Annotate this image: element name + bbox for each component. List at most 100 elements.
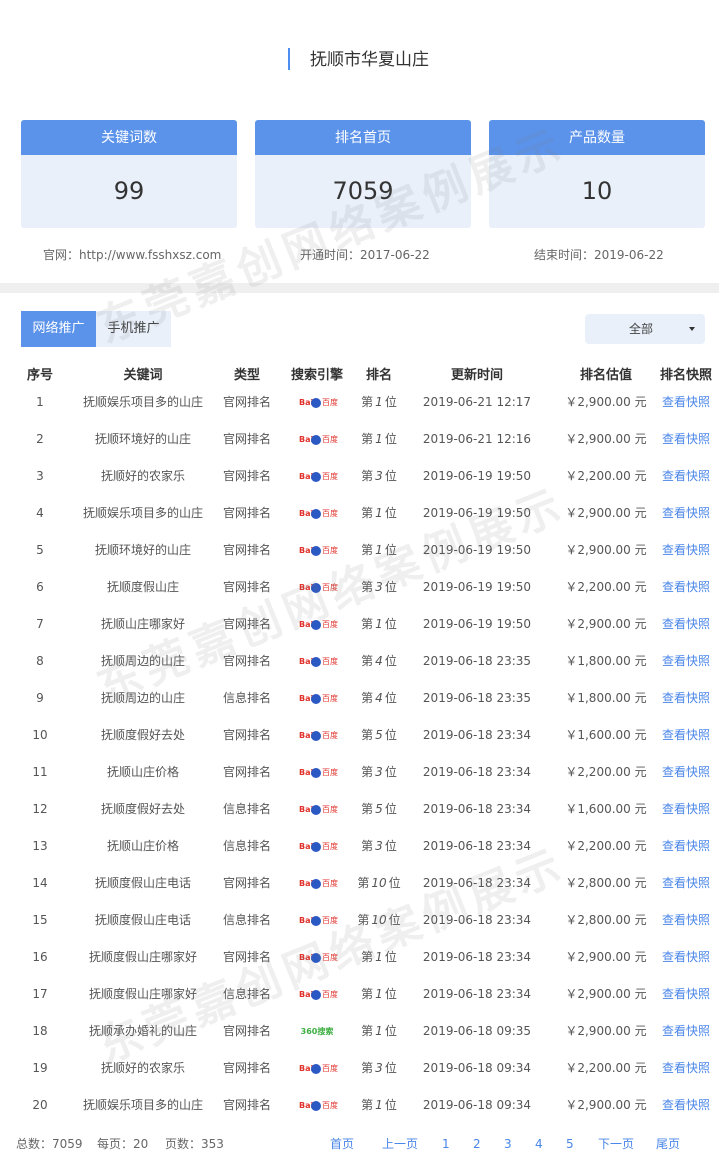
view-snapshot-link[interactable]: 查看快照: [662, 395, 710, 409]
row-valuation: ￥2,900.00 元: [565, 1098, 647, 1112]
view-snapshot-link[interactable]: 查看快照: [662, 506, 710, 520]
row-type: 官网排名: [222, 617, 271, 631]
row-engine: Bai 百度: [285, 606, 349, 643]
rank-suffix: 位: [384, 1061, 397, 1075]
row-snapshot: 查看快照: [656, 754, 716, 791]
row-snapshot: 查看快照: [656, 1087, 716, 1124]
table-row: 16 抚顺度假山庄哪家好 官网排名 Bai 百度第 1 位 2019-06-18 23:34 ￥…: [0, 939, 719, 976]
row-type: 官网排名: [222, 765, 271, 779]
view-snapshot-link[interactable]: 查看快照: [662, 432, 710, 446]
row-valuation: ￥1,800.00 元: [565, 691, 647, 705]
row-engine: Bai 百度: [285, 495, 349, 532]
row-keyword: 抚顺好的农家乐: [100, 1061, 185, 1075]
view-snapshot-link[interactable]: 查看快照: [662, 691, 710, 705]
view-snapshot-link[interactable]: 查看快照: [662, 617, 710, 631]
engine-filter-select[interactable]: 全部: [585, 314, 705, 344]
view-snapshot-link[interactable]: 查看快照: [662, 543, 710, 557]
view-snapshot-link[interactable]: 查看快照: [662, 1061, 710, 1075]
view-snapshot-link[interactable]: 查看快照: [662, 728, 710, 742]
pager-page-4[interactable]: 4: [535, 1134, 543, 1154]
row-snapshot: 查看快照: [656, 939, 716, 976]
table-row: 14 抚顺度假山庄电话 官网排名 Bai 百度第 10 位 2019-06-18 23:34 ￥…: [0, 865, 719, 902]
row-index: 2: [36, 432, 44, 446]
rank-suffix: 位: [384, 617, 397, 631]
pager-page-2[interactable]: 2: [473, 1134, 481, 1154]
row-updated-time: 2019-06-18 23:34: [422, 802, 532, 816]
table-footer: 总数：7059 每页：20 页数：353 首页 上一页 1 2 3 4 5 下一…: [0, 1134, 719, 1154]
row-valuation: ￥2,800.00 元: [565, 876, 647, 890]
view-snapshot-link[interactable]: 查看快照: [662, 1024, 710, 1038]
row-keyword: 抚顺环境好的山庄: [94, 543, 191, 557]
pager-page-3[interactable]: 3: [504, 1134, 512, 1154]
keyword-count-card: 关键词数 99: [21, 120, 237, 228]
view-snapshot-link[interactable]: 查看快照: [662, 1098, 710, 1112]
tab-network-promotion[interactable]: 网络推广: [21, 311, 96, 347]
row-rank: 第1位: [348, 495, 410, 532]
row-engine: Bai 百度: [285, 680, 349, 717]
pager-first[interactable]: 首页: [330, 1134, 354, 1154]
row-rank: 第1位: [348, 606, 410, 643]
row-valuation: ￥2,800.00 元: [565, 913, 647, 927]
rank-number: 3: [375, 765, 383, 779]
pager-next[interactable]: 下一页: [598, 1134, 634, 1154]
row-snapshot: 查看快照: [656, 532, 716, 569]
rank-prefix: 第: [361, 432, 374, 446]
rank-prefix: 第: [361, 987, 374, 1001]
row-rank: 第4位: [348, 643, 410, 680]
baidu-logo-text-right: 百度: [322, 434, 338, 444]
row-rank: 第 10 位: [348, 902, 410, 939]
rank-suffix: 位: [384, 1024, 397, 1038]
tab-mobile-promotion[interactable]: 手机推广: [96, 311, 171, 347]
row-rank: 第1位: [348, 939, 410, 976]
baidu-logo-icon: Bai 百度: [299, 841, 338, 853]
row-type: 信息排名: [222, 802, 271, 816]
rank-suffix: 位: [384, 765, 397, 779]
baidu-logo-icon: Bai 百度: [299, 397, 338, 409]
rank-prefix: 第: [361, 543, 374, 557]
row-keyword: 抚顺度假好去处: [100, 802, 185, 816]
rank-prefix: 第: [361, 728, 374, 742]
table-row: 9 抚顺周边的山庄 信息排名 Bai 百度第 4 位 2019-06-18 23:35 ￥1,8…: [0, 680, 719, 717]
row-updated-time: 2019-06-18 09:34: [422, 1098, 532, 1112]
view-snapshot-link[interactable]: 查看快照: [662, 987, 710, 1001]
first-page-rank-card: 排名首页 7059: [255, 120, 471, 228]
view-snapshot-link[interactable]: 查看快照: [662, 950, 710, 964]
row-snapshot: 查看快照: [656, 791, 716, 828]
view-snapshot-link[interactable]: 查看快照: [662, 765, 710, 779]
baidu-logo-icon: Bai 百度: [299, 693, 338, 705]
row-valuation: ￥2,900.00 元: [565, 432, 647, 446]
view-snapshot-link[interactable]: 查看快照: [662, 913, 710, 927]
view-snapshot-link[interactable]: 查看快照: [662, 580, 710, 594]
pager-page-5[interactable]: 5: [566, 1134, 574, 1154]
pager-page-1[interactable]: 1: [442, 1134, 450, 1154]
rank-suffix: 位: [384, 1098, 397, 1112]
view-snapshot-link[interactable]: 查看快照: [662, 469, 710, 483]
rank-prefix: 第: [361, 1098, 374, 1112]
row-updated-time: 2019-06-18 09:35: [422, 1024, 532, 1038]
view-snapshot-link[interactable]: 查看快照: [662, 876, 710, 890]
pager-prev[interactable]: 上一页: [382, 1134, 418, 1154]
row-rank: 第4位: [348, 680, 410, 717]
view-snapshot-link[interactable]: 查看快照: [662, 802, 710, 816]
rank-prefix: 第: [357, 913, 370, 927]
row-valuation: ￥2,900.00 元: [565, 506, 647, 520]
row-updated-time: 2019-06-18 23:35: [422, 654, 532, 668]
baidu-logo-icon: Bai 百度: [299, 471, 338, 483]
row-engine: Bai 百度: [285, 384, 349, 421]
paw-icon: [311, 471, 321, 482]
rank-number: 1: [375, 432, 383, 446]
rank-suffix: 位: [388, 876, 401, 890]
row-valuation: ￥1,600.00 元: [565, 802, 647, 816]
rank-number: 1: [375, 543, 383, 557]
total-count: 总数：7059: [16, 1137, 83, 1151]
view-snapshot-link[interactable]: 查看快照: [662, 839, 710, 853]
row-valuation: ￥2,200.00 元: [565, 839, 647, 853]
row-updated-time: 2019-06-21 12:16: [422, 432, 532, 446]
row-type: 官网排名: [222, 876, 271, 890]
table-row: 3 抚顺好的农家乐 官网排名 Bai 百度第 3 位 2019-06-19 19:50 ￥2,2…: [0, 458, 719, 495]
row-engine: Bai 百度: [285, 421, 349, 458]
row-updated-time: 2019-06-18 23:34: [422, 950, 532, 964]
view-snapshot-link[interactable]: 查看快照: [662, 654, 710, 668]
pager-last[interactable]: 尾页: [656, 1134, 680, 1154]
row-engine: Bai 百度: [285, 458, 349, 495]
